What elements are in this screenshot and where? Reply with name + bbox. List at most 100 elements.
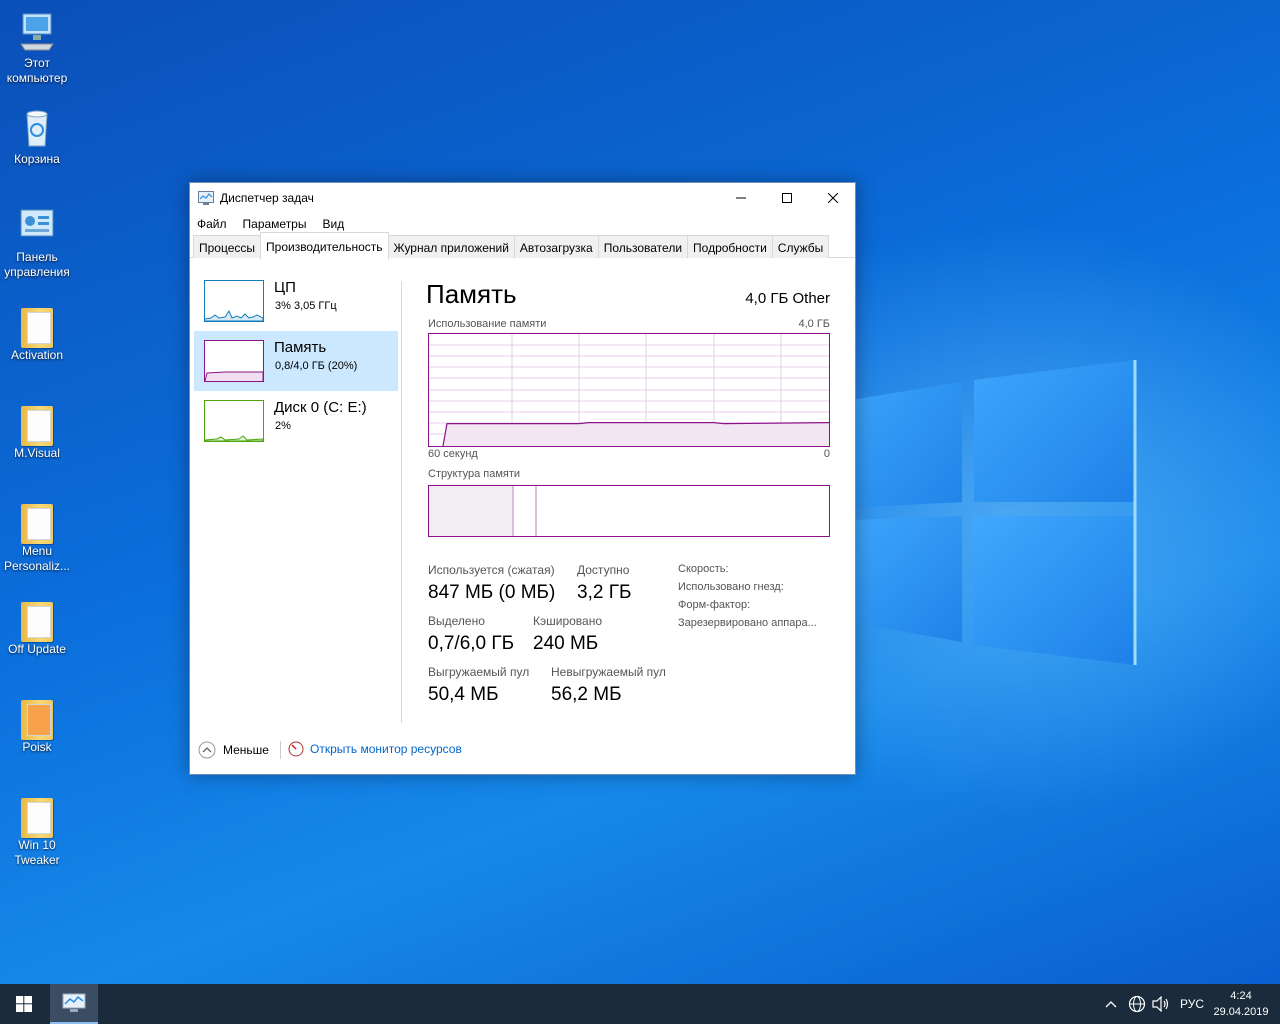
desktop-icon-activation[interactable]: Activation xyxy=(0,304,74,363)
menu-view[interactable]: Вид xyxy=(322,217,344,231)
desktop-icon-label: Корзина xyxy=(14,152,60,166)
desktop-icon-poisk[interactable]: Poisk xyxy=(0,696,74,755)
desktop-icon-recycle-bin[interactable]: Корзина xyxy=(0,106,74,167)
memory-usage-area xyxy=(443,422,829,446)
maximize-button[interactable] xyxy=(764,183,810,213)
sidebar-cpu-name: ЦП xyxy=(274,279,296,296)
clock-time: 4:24 xyxy=(1230,990,1252,1002)
windows-start-icon xyxy=(16,996,32,1012)
memory-title: Память xyxy=(426,279,517,309)
desktop-icon-off-update[interactable]: Off Update xyxy=(0,598,74,657)
tab-users[interactable]: Пользователи xyxy=(597,235,689,258)
sidebar-item-cpu[interactable]: ЦП 3% 3,05 ГГц xyxy=(194,271,398,331)
chevron-up-circle-icon xyxy=(198,741,216,759)
spec-form-factor: Форм-фактор: xyxy=(678,599,751,611)
available-value: 3,2 ГБ xyxy=(577,582,632,603)
spec-slots-used: Использовано гнезд: xyxy=(678,581,784,593)
sidebar-memory-name: Память xyxy=(274,339,327,356)
network-button[interactable] xyxy=(1128,984,1146,1024)
recycle-bin-icon xyxy=(26,110,48,147)
desktop-icon-m-visual[interactable]: M.Visual xyxy=(0,402,74,461)
tab-startup[interactable]: Автозагрузка xyxy=(513,235,599,258)
desktop-icon-label: Menu Personaliz... xyxy=(3,544,71,573)
taskbar-clock[interactable]: 4:24 29.04.2019 xyxy=(1206,988,1276,1020)
minimize-icon xyxy=(736,197,746,199)
desktop-icon-label: M.Visual xyxy=(14,446,60,460)
task-manager-icon xyxy=(62,993,86,1012)
available-label: Доступно xyxy=(577,563,630,577)
paged-pool-label: Выгружаемый пул xyxy=(428,665,530,679)
graph-time-right: 0 xyxy=(823,448,830,460)
sidebar-item-disk[interactable]: Диск 0 (C: E:) 2% xyxy=(194,391,398,451)
folder-icon xyxy=(21,700,53,740)
task-manager-icon xyxy=(198,191,214,205)
desktop-icon-label: Off Update xyxy=(8,642,66,656)
input-language-indicator[interactable]: РУС xyxy=(1180,984,1204,1024)
desktop-icon-label: Этот компьютер xyxy=(6,56,68,85)
show-hidden-icons-button[interactable] xyxy=(1105,984,1117,1024)
sidebar-disk-sub: 2% xyxy=(275,420,291,432)
task-manager-window: Диспетчер задач Файл Параметры Вид Проце… xyxy=(189,182,856,775)
performance-sidebar: ЦП 3% 3,05 ГГц Память 0,8/4,0 ГБ (20%) Д… xyxy=(194,271,398,451)
tab-performance[interactable]: Производительность xyxy=(260,232,389,260)
panel-divider xyxy=(401,281,402,723)
minimize-button[interactable] xyxy=(718,183,764,213)
taskbar: РУС 4:24 29.04.2019 xyxy=(0,984,1280,1024)
memory-usage-max: 4,0 ГБ xyxy=(798,318,830,330)
title-bar[interactable]: Диспетчер задач xyxy=(190,183,855,213)
footer-separator xyxy=(280,741,281,759)
desktop-icon-label: Poisk xyxy=(22,740,52,754)
desktop-icon-control-panel[interactable]: Панель управления xyxy=(0,204,74,280)
sidebar-memory-sub: 0,8/4,0 ГБ (20%) xyxy=(275,360,358,372)
folder-icon xyxy=(21,406,53,446)
sidebar-item-memory[interactable]: Память 0,8/4,0 ГБ (20%) xyxy=(194,331,398,391)
desktop-icon-label: Activation xyxy=(10,348,64,362)
tab-details[interactable]: Подробности xyxy=(687,235,773,258)
tab-services[interactable]: Службы xyxy=(771,235,830,258)
maximize-icon xyxy=(782,193,792,203)
taskbar-task-manager[interactable] xyxy=(50,984,98,1024)
nonpaged-pool-value: 56,2 МБ xyxy=(551,684,622,705)
memory-usage-graph xyxy=(428,333,830,447)
paged-pool-value: 50,4 МБ xyxy=(428,684,499,705)
window-footer: Меньше Открыть монитор ресурсов xyxy=(198,739,838,761)
memory-thumbnail-graph xyxy=(204,340,264,382)
windows-logo-wallpaper xyxy=(850,360,1137,665)
nonpaged-pool-label: Невыгружаемый пул xyxy=(551,665,666,679)
open-resource-monitor-link[interactable]: Открыть монитор ресурсов xyxy=(288,741,462,757)
menu-options[interactable]: Параметры xyxy=(243,217,307,231)
clock-date: 29.04.2019 xyxy=(1213,1006,1269,1018)
spec-hardware-reserved: Зарезервировано аппара... xyxy=(678,617,817,629)
start-button[interactable] xyxy=(0,984,48,1024)
close-icon xyxy=(828,193,838,203)
computer-icon xyxy=(20,13,54,51)
cached-value: 240 МБ xyxy=(533,633,599,654)
tab-strip: Процессы Производительность Журнал прило… xyxy=(190,232,855,260)
folder-icon xyxy=(21,798,53,838)
open-resource-monitor-label: Открыть монитор ресурсов xyxy=(310,742,462,756)
sidebar-cpu-sub: 3% 3,05 ГГц xyxy=(275,300,337,312)
desktop-icon-this-pc[interactable]: Этот компьютер xyxy=(0,10,74,86)
desktop-icon-win10-tweaker[interactable]: Win 10 Tweaker xyxy=(0,794,74,868)
in-use-value: 847 МБ (0 МБ) xyxy=(428,582,556,603)
sidebar-disk-name: Диск 0 (C: E:) xyxy=(274,399,367,416)
memory-structure-label: Структура памяти xyxy=(428,468,521,480)
folder-icon xyxy=(21,308,53,348)
menu-file[interactable]: Файл xyxy=(197,217,227,231)
fewer-details-button[interactable]: Меньше xyxy=(198,741,269,759)
tab-processes[interactable]: Процессы xyxy=(193,235,262,258)
window-title: Диспетчер задач xyxy=(220,191,314,205)
disk-thumbnail-graph xyxy=(204,400,264,442)
memory-composition-bar xyxy=(428,485,830,537)
resource-monitor-icon xyxy=(288,741,304,757)
volume-button[interactable] xyxy=(1152,984,1170,1024)
in-use-label: Используется (сжатая) xyxy=(428,563,555,577)
spec-speed: Скорость: xyxy=(678,563,729,575)
cached-label: Кэшировано xyxy=(533,614,603,628)
speaker-icon xyxy=(1152,996,1169,1012)
chevron-up-icon xyxy=(1105,1001,1117,1008)
desktop-icon-menu-personaliz[interactable]: Menu Personaliz... xyxy=(0,500,74,574)
close-button[interactable] xyxy=(810,183,856,213)
desktop-icon-label: Панель управления xyxy=(4,250,70,279)
tab-app-history[interactable]: Журнал приложений xyxy=(387,235,515,258)
